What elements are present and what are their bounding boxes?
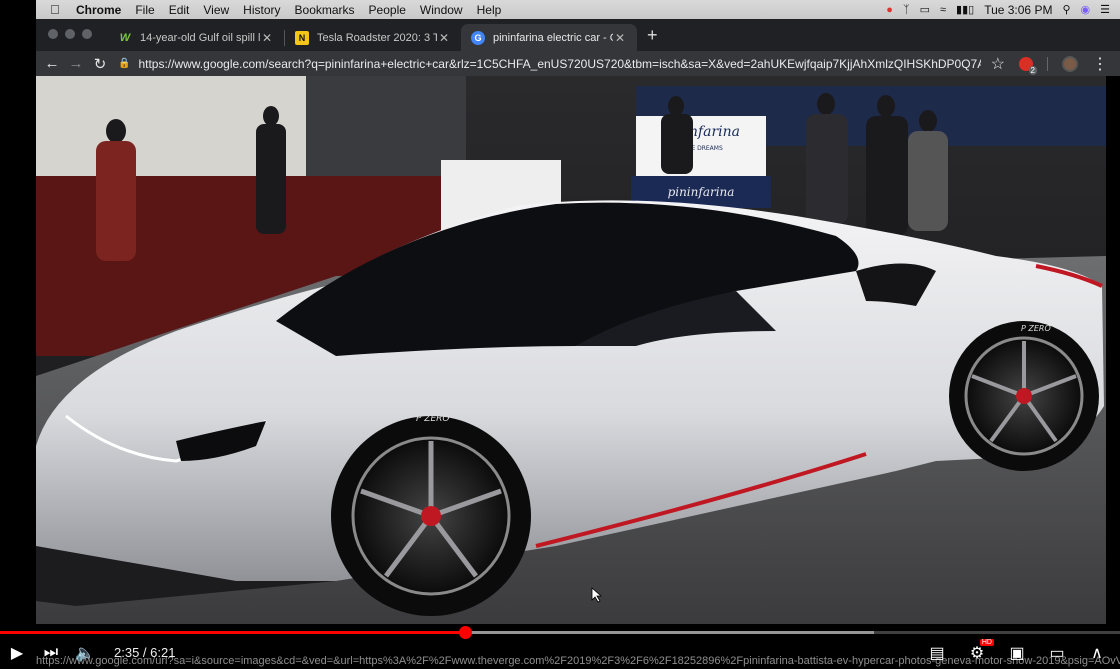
- menu-bookmarks[interactable]: Bookmarks: [295, 3, 355, 17]
- hd-badge: HD: [979, 638, 994, 646]
- creative-cloud-icon[interactable]: ●: [886, 4, 893, 16]
- more-menu-icon[interactable]: ⋮: [1092, 54, 1108, 74]
- forward-arrow-icon[interactable]: →: [64, 55, 88, 72]
- rear-wheel: P ZERO: [949, 321, 1099, 471]
- close-window-button[interactable]: [48, 29, 58, 39]
- spotlight-search-icon[interactable]: ⚲: [1062, 3, 1070, 16]
- siri-icon[interactable]: ◉: [1081, 3, 1091, 16]
- car-show-illustration: pininfarina PURE DREAMS pininfarina P ZE…: [36, 76, 1106, 624]
- progress-played: [0, 631, 465, 634]
- menu-window[interactable]: Window: [420, 3, 463, 17]
- tab-title: 14-year-old Gulf oil spill leakin: [140, 31, 260, 44]
- address-url[interactable]: https://www.google.com/search?q=pininfar…: [138, 57, 980, 71]
- apple-icon[interactable]: : [50, 2, 66, 17]
- menu-history[interactable]: History: [243, 3, 280, 17]
- bookmark-star-icon[interactable]: ☆: [991, 54, 1005, 74]
- video-frame[interactable]: pininfarina PURE DREAMS pininfarina P ZE…: [36, 76, 1106, 624]
- menu-view[interactable]: View: [203, 3, 229, 17]
- profile-avatar[interactable]: [1062, 55, 1078, 72]
- front-tire-text: P ZERO: [416, 414, 449, 424]
- washington-post-favicon-icon: W: [119, 31, 131, 44]
- play-icon[interactable]: ▶: [0, 643, 34, 663]
- tab-title: Tesla Roadster 2020: 3 Things: [317, 31, 437, 44]
- lock-icon[interactable]: 🔒: [118, 58, 130, 69]
- google-favicon-icon: G: [471, 30, 485, 45]
- menu-bar:  Chrome File Edit View History Bookmark…: [36, 0, 1120, 19]
- link-status-url: https://www.google.com/url?sa=i&source=i…: [36, 655, 1120, 667]
- address-bar[interactable]: 🔒 https://www.google.com/search?q=pininf…: [118, 53, 981, 74]
- battery-icon[interactable]: ▮▮▯: [956, 3, 974, 16]
- browser-toolbar: ← → ↻ 🔒 https://www.google.com/search?q=…: [36, 51, 1120, 76]
- tab-tesla-roadster[interactable]: N Tesla Roadster 2020: 3 Things ✕: [285, 24, 461, 51]
- extension-icon[interactable]: 2: [1019, 56, 1037, 75]
- podium-sign-text: pininfarina: [668, 185, 735, 199]
- menu-status-area: ● ᛉ ▭ ≈ ▮▮▯ Tue 3:06 PM ⚲ ◉ ☰: [886, 3, 1120, 17]
- bluetooth-icon[interactable]: ᛉ: [903, 4, 910, 16]
- menu-edit[interactable]: Edit: [169, 3, 190, 17]
- menu-file[interactable]: File: [135, 3, 154, 17]
- close-tab-icon[interactable]: ✕: [613, 31, 627, 45]
- rear-tire-text: P ZERO: [1021, 324, 1051, 333]
- back-arrow-icon[interactable]: ←: [40, 55, 64, 72]
- new-tab-button[interactable]: +: [647, 25, 658, 46]
- tab-strip: W 14-year-old Gulf oil spill leakin ✕ N …: [36, 19, 1120, 51]
- window-controls: [48, 29, 92, 39]
- news-favicon-icon: N: [295, 30, 309, 45]
- menu-app-chrome[interactable]: Chrome: [76, 3, 121, 17]
- menu-people[interactable]: People: [369, 3, 406, 17]
- notification-center-icon[interactable]: ☰: [1100, 3, 1110, 16]
- tab-pininfarina-search[interactable]: G pininfarina electric car - Googl ✕: [461, 24, 637, 51]
- clock-text[interactable]: Tue 3:06 PM: [984, 3, 1052, 17]
- video-progress-bar[interactable]: [0, 626, 1120, 639]
- zoom-window-button[interactable]: [82, 29, 92, 39]
- tab-gulf-oil-spill[interactable]: W 14-year-old Gulf oil spill leakin ✕: [108, 24, 284, 51]
- airplay-icon[interactable]: ▭: [920, 3, 930, 16]
- wifi-icon[interactable]: ≈: [940, 4, 946, 16]
- minimize-window-button[interactable]: [65, 29, 75, 39]
- toolbar-divider: [1047, 56, 1048, 71]
- toolbar-actions: ☆ 2 ⋮: [981, 54, 1120, 75]
- reload-icon[interactable]: ↻: [88, 55, 112, 73]
- close-tab-icon[interactable]: ✕: [260, 31, 274, 45]
- menu-help[interactable]: Help: [477, 3, 502, 17]
- close-tab-icon[interactable]: ✕: [437, 31, 451, 45]
- tab-title: pininfarina electric car - Googl: [493, 31, 613, 44]
